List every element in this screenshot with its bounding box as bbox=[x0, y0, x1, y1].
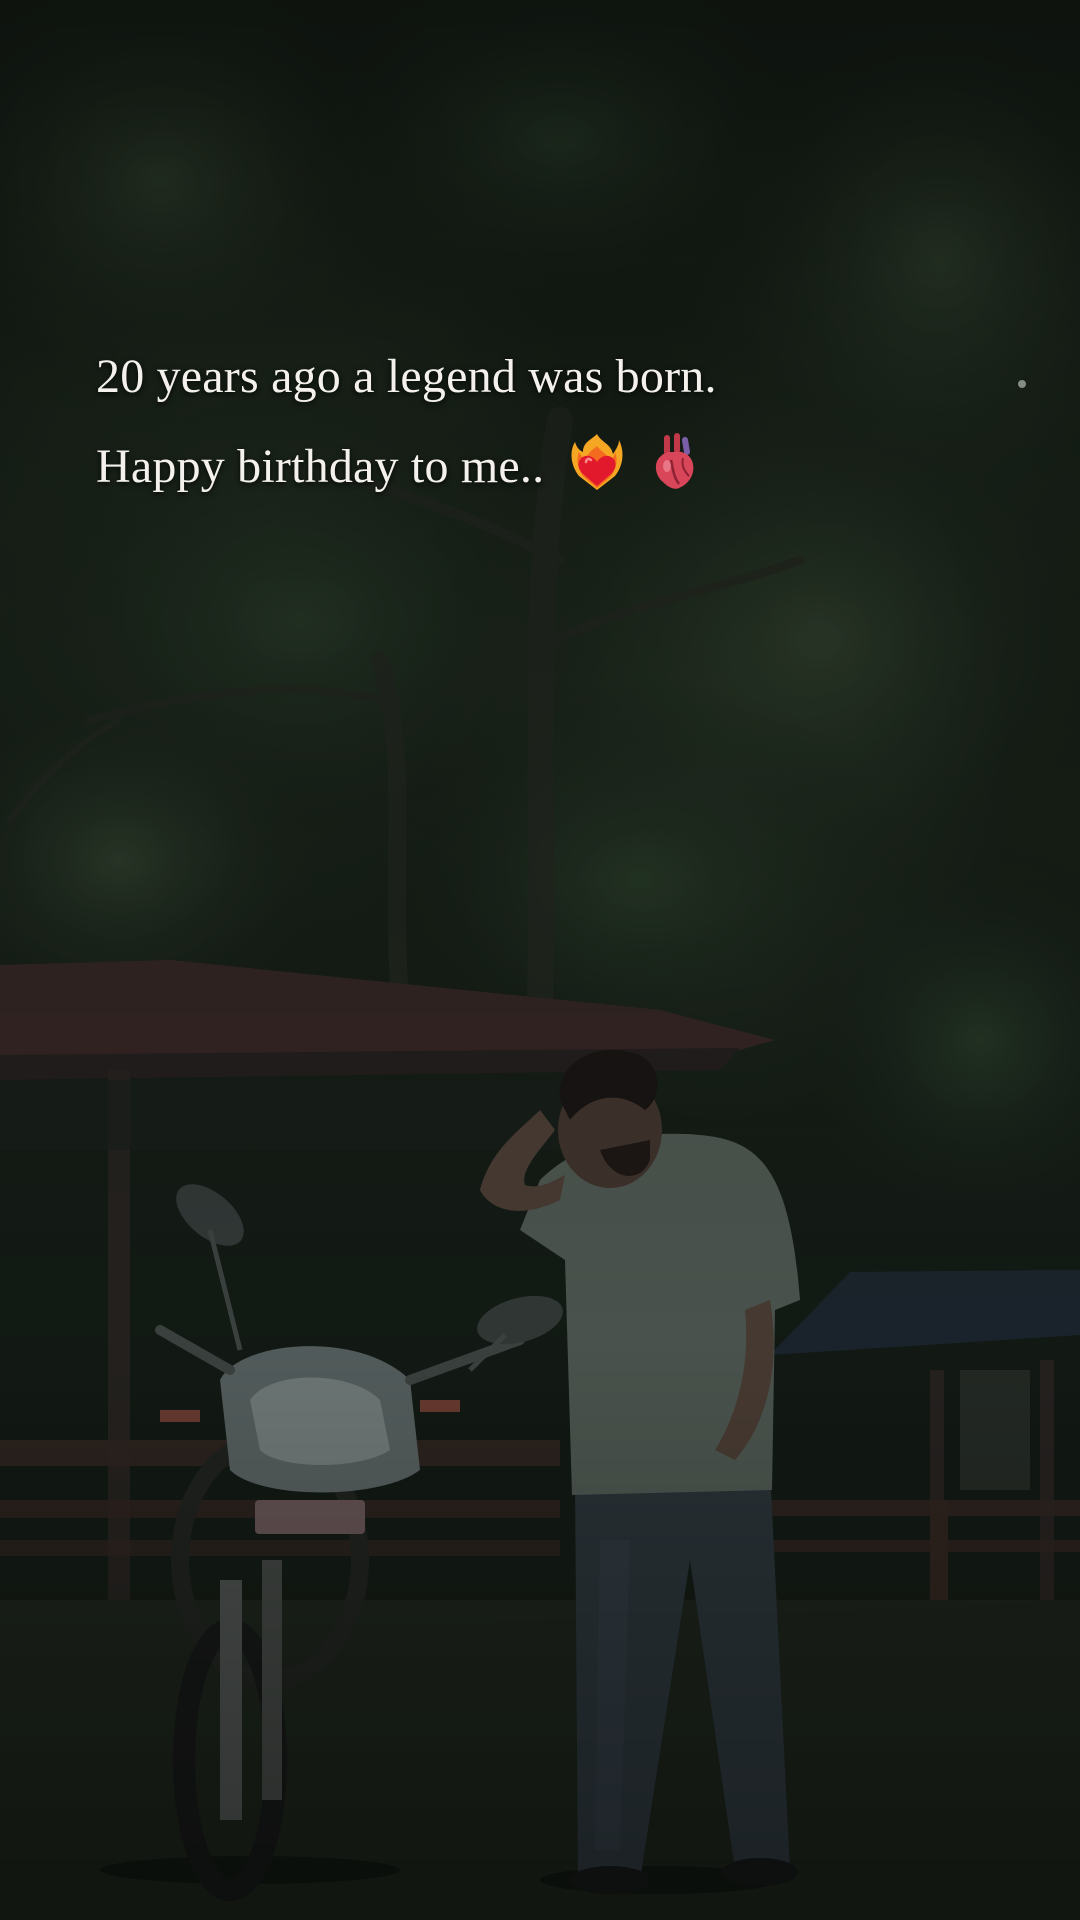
anatomical-heart-icon bbox=[649, 432, 701, 492]
heart-on-fire-icon bbox=[571, 432, 623, 492]
caption-line-1: 20 years ago a legend was born. bbox=[96, 350, 717, 403]
scene-illustration bbox=[0, 0, 1080, 1920]
caption-line-2-text: Happy birthday to me.. bbox=[96, 440, 545, 493]
caption-text: 20 years ago a legend was born. Happy bi… bbox=[96, 332, 976, 512]
photo-background: 20 years ago a legend was born. Happy bi… bbox=[0, 0, 1080, 1920]
caption-line-2: Happy birthday to me.. bbox=[96, 422, 976, 512]
